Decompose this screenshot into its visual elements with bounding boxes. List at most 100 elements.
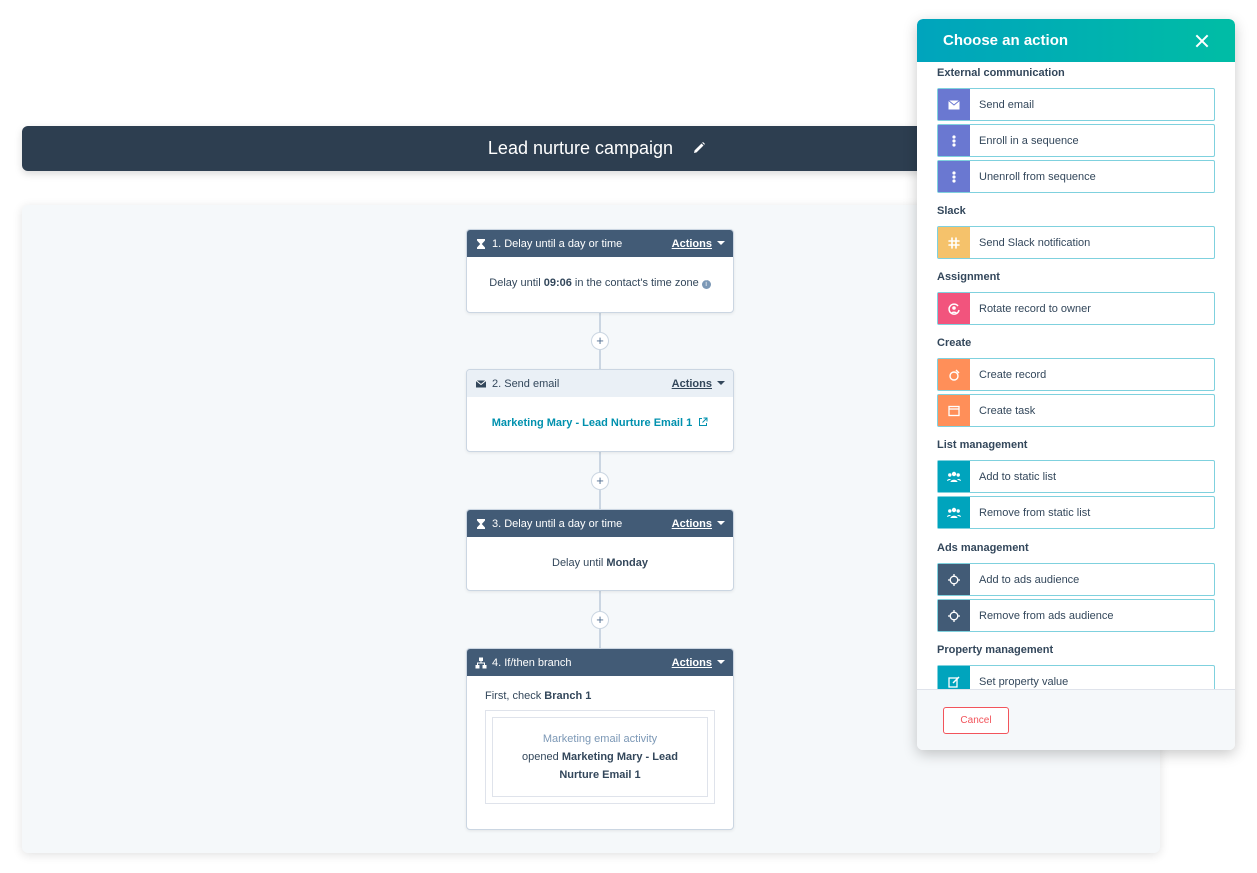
action-send-slack[interactable]: Send Slack notification xyxy=(937,226,1215,259)
step-actions-dropdown[interactable]: Actions xyxy=(672,378,725,390)
step-header: 1. Delay until a day or time Actions xyxy=(467,230,733,257)
action-label: Set property value xyxy=(979,675,1069,688)
action-label: Rotate record to owner xyxy=(979,302,1091,315)
workflow-step-delay[interactable]: 1. Delay until a day or time Actions Del… xyxy=(466,229,734,313)
panel-footer: Cancel xyxy=(917,689,1235,750)
people-icon xyxy=(938,497,970,528)
action-create-task[interactable]: Create task xyxy=(937,394,1215,427)
action-create-record[interactable]: Create record xyxy=(937,358,1215,391)
step-header: 2. Send email Actions xyxy=(467,370,733,397)
action-label: Create task xyxy=(979,404,1036,417)
actions-label: Actions xyxy=(671,517,712,530)
actions-label: Actions xyxy=(671,377,712,390)
caret-down-icon xyxy=(717,240,725,245)
add-action-button[interactable]: + xyxy=(591,611,609,629)
section-assignment: Assignment xyxy=(937,271,1000,283)
cancel-button[interactable]: Cancel xyxy=(943,707,1009,734)
step-header: 3. Delay until a day or time Actions xyxy=(467,510,733,537)
step-actions-dropdown[interactable]: Actions xyxy=(672,518,725,530)
step-body: Delay until 09:06 in the contact's time … xyxy=(467,257,733,309)
criteria-email: Marketing Mary - Lead Nurture Email 1 xyxy=(559,751,678,781)
envelope-icon xyxy=(475,378,487,390)
envelope-icon xyxy=(938,89,970,120)
section-external-communication: External communication xyxy=(937,67,1065,79)
branch-criteria[interactable]: Marketing email activity opened Marketin… xyxy=(492,717,708,797)
slack-icon xyxy=(938,227,970,258)
caret-down-icon xyxy=(717,659,725,664)
step-body-suffix: in the contact's time zone xyxy=(571,277,699,289)
step-title: 3. Delay until a day or time xyxy=(492,517,623,530)
criteria-title: Marketing email activity xyxy=(542,733,658,745)
workflow-title[interactable]: Lead nurture campaign xyxy=(488,138,673,158)
workflow-step-branch[interactable]: 4. If/then branch Actions First, check B… xyxy=(466,648,734,830)
caret-down-icon xyxy=(717,520,725,525)
action-label: Add to static list xyxy=(979,470,1057,483)
action-enroll-sequence[interactable]: Enroll in a sequence xyxy=(937,124,1215,157)
action-label: Create record xyxy=(979,368,1047,381)
section-property-management: Property management xyxy=(937,644,1054,656)
sequence-icon xyxy=(938,125,970,156)
action-label: Unenroll from sequence xyxy=(979,170,1096,183)
section-create: Create xyxy=(937,337,972,349)
people-icon xyxy=(938,461,970,492)
create-record-icon xyxy=(938,359,970,390)
criteria-detail: opened Marketing Mary - Lead Nurture Ema… xyxy=(501,748,699,784)
panel-title: Choose an action xyxy=(943,32,1069,49)
branch-container: Marketing email activity opened Marketin… xyxy=(485,710,715,804)
email-link[interactable]: Marketing Mary - Lead Nurture Email 1 xyxy=(492,417,693,429)
branch-check-prefix: First, check xyxy=(485,690,545,702)
action-label: Add to ads audience xyxy=(979,573,1080,586)
section-list-management: List management xyxy=(937,439,1028,451)
hourglass-icon xyxy=(475,518,487,530)
add-action-button[interactable]: + xyxy=(591,332,609,350)
actions-label: Actions xyxy=(671,237,712,250)
section-ads-management: Ads management xyxy=(937,542,1029,554)
workflow-step-delay[interactable]: 3. Delay until a day or time Actions Del… xyxy=(466,509,734,591)
step-body-day: Monday xyxy=(606,557,648,569)
workflow-title-bar: Lead nurture campaign xyxy=(22,126,1022,171)
add-action-button[interactable]: + xyxy=(591,472,609,490)
step-body: Marketing Mary - Lead Nurture Email 1 xyxy=(467,397,733,449)
step-title: 4. If/then branch xyxy=(492,656,572,669)
panel-header: Choose an action xyxy=(917,19,1235,62)
rotate-owner-icon xyxy=(938,293,970,324)
step-body-prefix: Delay until xyxy=(552,557,607,569)
info-icon[interactable]: i xyxy=(701,280,711,289)
branch-check-text: First, check Branch 1 xyxy=(467,676,733,710)
action-label: Enroll in a sequence xyxy=(979,134,1079,147)
action-send-email[interactable]: Send email xyxy=(937,88,1215,121)
action-add-ads-audience[interactable]: Add to ads audience xyxy=(937,563,1215,596)
choose-action-panel: Choose an action External communication … xyxy=(917,19,1235,750)
step-body: Delay until Monday xyxy=(467,537,733,589)
workflow-step-send-email[interactable]: 2. Send email Actions Marketing Mary - L… xyxy=(466,369,734,452)
target-icon xyxy=(938,600,970,631)
action-rotate-owner[interactable]: Rotate record to owner xyxy=(937,292,1215,325)
step-title: 2. Send email xyxy=(492,377,560,390)
sequence-icon xyxy=(938,161,970,192)
action-remove-ads-audience[interactable]: Remove from ads audience xyxy=(937,599,1215,632)
branch-name: Branch 1 xyxy=(544,690,592,702)
pencil-icon[interactable] xyxy=(692,139,706,153)
section-slack: Slack xyxy=(937,205,966,217)
hourglass-icon xyxy=(475,238,487,250)
action-label: Send email xyxy=(979,98,1035,111)
action-label: Send Slack notification xyxy=(979,236,1091,249)
step-body-prefix: Delay until xyxy=(489,277,544,289)
step-actions-dropdown[interactable]: Actions xyxy=(672,238,725,250)
caret-down-icon xyxy=(717,380,725,385)
actions-label: Actions xyxy=(671,656,712,669)
close-icon[interactable] xyxy=(1195,34,1209,48)
branch-icon xyxy=(475,657,487,669)
external-link-icon[interactable] xyxy=(695,417,708,429)
action-label: Remove from static list xyxy=(979,506,1091,519)
action-remove-static-list[interactable]: Remove from static list xyxy=(937,496,1215,529)
action-unenroll-sequence[interactable]: Unenroll from sequence xyxy=(937,160,1215,193)
task-icon xyxy=(938,395,970,426)
action-add-static-list[interactable]: Add to static list xyxy=(937,460,1215,493)
step-body-time: 09:06 xyxy=(543,277,572,289)
action-label: Remove from ads audience xyxy=(979,609,1114,622)
step-actions-dropdown[interactable]: Actions xyxy=(672,657,725,669)
step-title: 1. Delay until a day or time xyxy=(492,237,623,250)
step-header: 4. If/then branch Actions xyxy=(467,649,733,676)
criteria-prefix: opened xyxy=(522,751,562,763)
